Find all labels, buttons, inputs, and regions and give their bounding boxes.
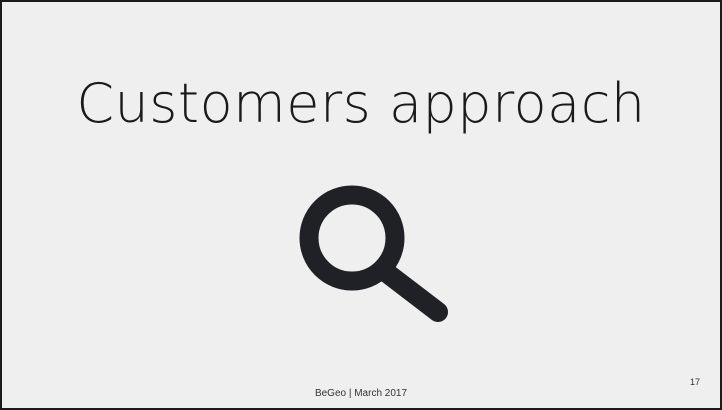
presentation-slide: Customers approach BeGeo | March 2017 17	[0, 0, 722, 410]
page-number: 17	[690, 377, 701, 387]
slide-title: Customers approach	[76, 72, 646, 135]
slide-footer: BeGeo | March 2017	[314, 388, 408, 399]
search-icon	[290, 180, 460, 330]
